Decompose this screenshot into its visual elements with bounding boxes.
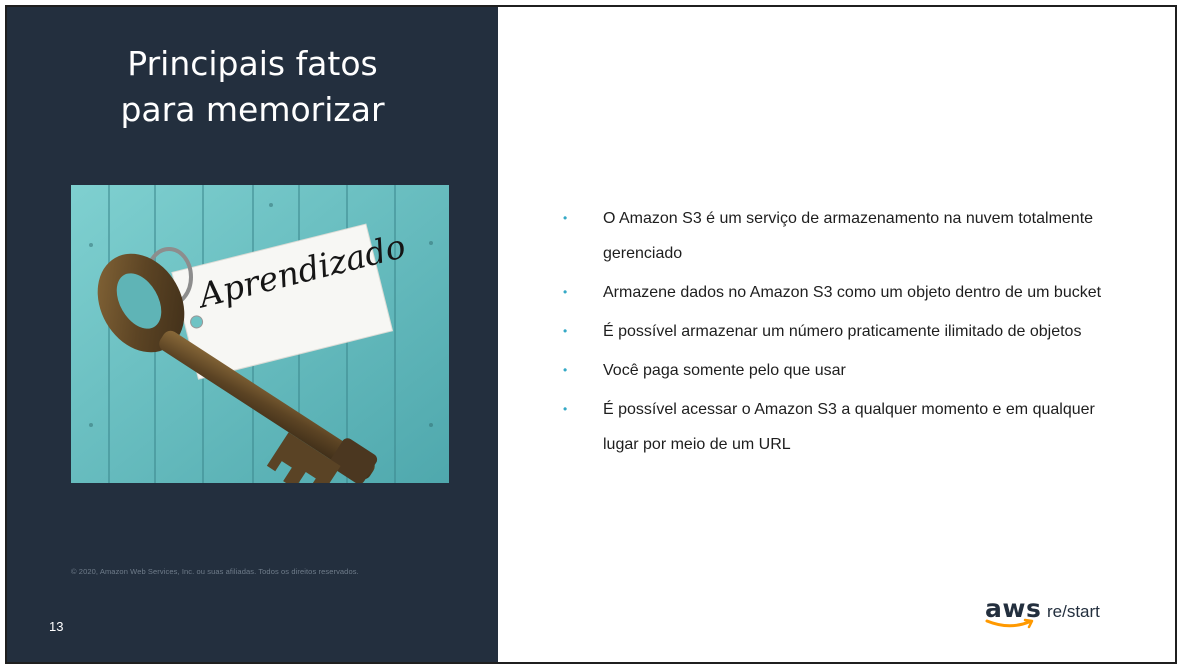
page-number: 13 <box>49 619 64 634</box>
restart-wordmark: re/start <box>1047 602 1100 621</box>
bullet-dot-icon: • <box>563 363 568 377</box>
bullet-dot-icon: • <box>563 402 568 416</box>
slide-title: Principais fatos para memorizar <box>7 41 498 133</box>
bullet-item: • É possível armazenar um número praticam… <box>555 314 1115 349</box>
bullet-dot-icon: • <box>563 324 568 338</box>
bullet-item: • Você paga somente pelo que usar <box>555 353 1115 388</box>
left-panel: Principais fatos para memorizar Aprendiz… <box>7 7 498 662</box>
title-line-2: para memorizar <box>120 90 385 129</box>
aws-smile-icon <box>985 618 1034 629</box>
key-tag-photo: Aprendizado <box>71 185 449 483</box>
slide: Principais fatos para memorizar Aprendiz… <box>5 5 1177 664</box>
bullet-item: • Armazene dados no Amazon S3 como um obj… <box>555 275 1115 310</box>
bullet-list: • O Amazon S3 é um serviço de armazenamen… <box>555 201 1115 466</box>
bullet-item: • É possível acessar o Amazon S3 a qualqu… <box>555 392 1115 462</box>
copyright-text: © 2020, Amazon Web Services, Inc. ou sua… <box>71 567 359 576</box>
bullet-dot-icon: • <box>563 285 568 299</box>
aws-restart-logo: aws re/start <box>985 594 1115 632</box>
title-line-1: Principais fatos <box>127 44 378 83</box>
right-panel: • O Amazon S3 é um serviço de armazenamen… <box>498 7 1175 662</box>
bullet-dot-icon: • <box>563 211 568 225</box>
bullet-item: • O Amazon S3 é um serviço de armazenamen… <box>555 201 1115 271</box>
